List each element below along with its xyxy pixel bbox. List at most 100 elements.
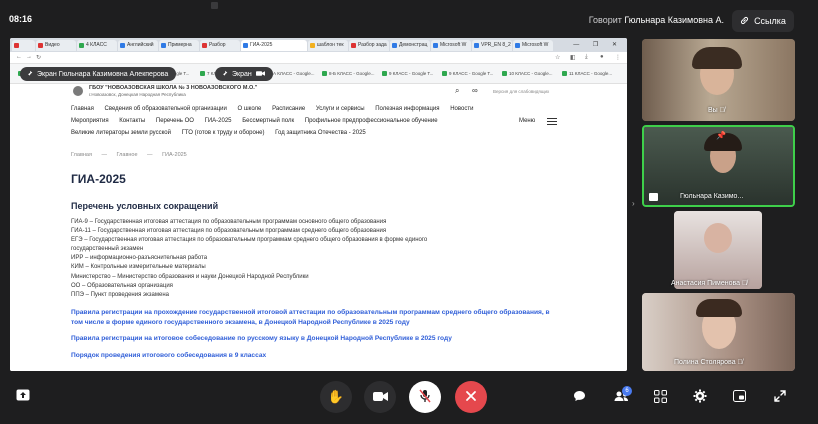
- top-bar: 08:16 Говорит Гюльнара Казимовна А. Ссыл…: [0, 0, 818, 38]
- end-call-button[interactable]: [455, 381, 487, 413]
- browser-tab[interactable]: Видео: [36, 40, 76, 51]
- document-links: Правила регистрации на прохождение госуд…: [71, 308, 561, 367]
- nav-link[interactable]: Услуги и сервисы: [316, 106, 365, 112]
- participant-tile[interactable]: [674, 211, 762, 289]
- nav-link[interactable]: Бессмертный полк: [242, 118, 294, 124]
- breadcrumb-item[interactable]: Главное: [117, 152, 138, 158]
- nav-link[interactable]: ГИА-2025: [205, 118, 232, 124]
- reload-icon[interactable]: ↻: [36, 54, 41, 61]
- abbreviation-item: Министерство – Министерство образования …: [71, 273, 309, 280]
- abbreviation-item: ГИА-9 – Государственная итоговая аттеста…: [71, 219, 387, 225]
- bookmark-item[interactable]: 10 КЛАСС - Google...: [502, 71, 553, 76]
- link-label: Ссылка: [754, 16, 786, 26]
- window-controls[interactable]: — ❐ ✕: [573, 41, 623, 48]
- bookmark-item[interactable]: 9 КЛАСС - Google T...: [442, 71, 493, 76]
- nav-link[interactable]: Профильное предпрофессиональное обучение: [305, 118, 438, 124]
- browser-tab[interactable]: Microsoft W: [431, 40, 471, 51]
- abbreviation-item: ИРР – информационно-разъяснительная рабо…: [71, 255, 208, 262]
- screen-share-pill[interactable]: Экран Гюльнара Казимовна Алекперова: [20, 67, 177, 81]
- screen-share-pill-2[interactable]: Экран: [215, 67, 273, 81]
- nav-link[interactable]: Мероприятия: [71, 118, 109, 124]
- nav-link[interactable]: Новости: [450, 106, 473, 112]
- download-icon[interactable]: ⤓: [585, 54, 588, 61]
- browser-tab[interactable]: 4 КЛАСС: [77, 40, 117, 51]
- document-link[interactable]: Правила регистрации на прохождение госуд…: [71, 308, 561, 328]
- close-icon: [465, 390, 477, 405]
- picture-in-picture-icon[interactable]: [733, 390, 746, 405]
- accessibility-version-link[interactable]: Версия для слабовидящих: [493, 89, 549, 94]
- nav-link[interactable]: Сведения об образовательной организации: [105, 106, 227, 112]
- forward-icon[interactable]: →: [26, 54, 32, 60]
- raise-hand-button[interactable]: ✋: [320, 381, 352, 413]
- nav-link[interactable]: О школе: [238, 106, 262, 112]
- participant-tile-speaker[interactable]: 📌 Гюльнара Казимо...: [642, 125, 795, 207]
- nav-link[interactable]: Великие литераторы земли русской: [71, 130, 171, 136]
- profile-icon[interactable]: ●: [600, 54, 604, 60]
- document-link[interactable]: Правила регистрации на итоговое собеседо…: [71, 334, 561, 344]
- bookmark-item[interactable]: 8-Б КЛАСС - Google...: [322, 71, 374, 76]
- participant-tile-self[interactable]: Вы 🎙̸: [642, 39, 795, 121]
- breadcrumb-item[interactable]: Главная: [71, 152, 92, 158]
- participant-tile[interactable]: Полина Столярова 🎙̸: [642, 293, 795, 371]
- settings-gear-icon[interactable]: [693, 389, 707, 406]
- abbreviation-item: ОО – Образовательная организация: [71, 282, 173, 289]
- search-icon[interactable]: ⌕: [455, 86, 459, 96]
- participant-hair: [692, 47, 742, 69]
- screen-share-icon: [649, 193, 658, 201]
- menu-label[interactable]: Меню: [519, 118, 535, 124]
- camera-toggle-button[interactable]: [364, 381, 396, 413]
- pin-icon[interactable]: 📌: [716, 131, 726, 140]
- fullscreen-icon[interactable]: [774, 390, 786, 405]
- browser-tab[interactable]: Примерна: [159, 40, 199, 51]
- site-nav-row-1: Главная Сведения об образовательной орга…: [71, 106, 482, 112]
- browser-tab[interactable]: Разбор: [200, 40, 240, 51]
- kebab-menu-icon[interactable]: ⋮: [615, 54, 621, 61]
- back-icon[interactable]: ←: [16, 54, 22, 60]
- document-link[interactable]: Порядок проведения итогового собеседован…: [71, 351, 561, 361]
- nav-link[interactable]: Контакты: [119, 118, 145, 124]
- grid-view-icon[interactable]: [654, 390, 667, 406]
- browser-tab-active[interactable]: ГИА-2025: [241, 40, 307, 51]
- breadcrumb-separator: —: [147, 152, 153, 158]
- browser-tab[interactable]: Microsoft W: [513, 40, 553, 51]
- participant-face: [704, 223, 732, 253]
- participant-name: Полина Столярова 🎙̸: [674, 359, 743, 366]
- section-title: Перечень условных сокращений: [71, 201, 219, 211]
- nav-link[interactable]: Главная: [71, 106, 94, 112]
- hamburger-menu-icon[interactable]: [547, 118, 557, 125]
- browser-tab[interactable]: [12, 40, 35, 51]
- browser-tab[interactable]: шаблон тек: [308, 40, 348, 51]
- browser-tab[interactable]: Демонстрац: [390, 40, 430, 51]
- browser-tab[interactable]: Английский: [118, 40, 158, 51]
- screen-share-label: Экран: [232, 70, 252, 78]
- nav-link[interactable]: Год защитника Отечества - 2025: [275, 130, 366, 136]
- browser-tab[interactable]: VPR_EN 8_2: [472, 40, 512, 51]
- microphone-toggle-button[interactable]: [409, 381, 441, 413]
- address-bar[interactable]: ← → ↻ ☆ ◧ ⤓ ● ⋮: [10, 52, 627, 64]
- bookmark-item[interactable]: 9 КЛАСС - Google T...: [382, 71, 433, 76]
- school-location: г.Новоазовск, Донецкая Народная Республи…: [89, 92, 186, 97]
- nav-link[interactable]: ГТО (готов к труду и обороне): [182, 130, 265, 136]
- bookmark-item[interactable]: 11 КЛАСС - Google...: [562, 71, 612, 76]
- shared-screen: Видео 4 КЛАСС Английский Примерна Разбор…: [10, 38, 627, 371]
- participant-name: Гюльнара Казимо...: [680, 193, 744, 200]
- chevron-right-icon[interactable]: ›: [632, 199, 635, 208]
- abbreviation-item: государственный экзамен: [71, 246, 144, 253]
- school-name[interactable]: ГБОУ "НОВОАЗОВСКАЯ ШКОЛА № 3 НОВОАЗОВСКО…: [89, 85, 257, 91]
- accessibility-glasses-icon[interactable]: ∞: [472, 86, 478, 95]
- screen-share-owner: Экран Гюльнара Казимовна Алекперова: [37, 70, 169, 78]
- nav-link[interactable]: Полезная информация: [375, 106, 439, 112]
- browser-tab[interactable]: Разбор зада: [349, 40, 389, 51]
- school-logo[interactable]: [73, 86, 83, 96]
- site-nav-row-2: Мероприятия Контакты Перечень ОО ГИА-202…: [71, 118, 447, 124]
- copy-link-button[interactable]: Ссылка: [732, 10, 794, 32]
- star-icon[interactable]: ☆: [555, 54, 560, 61]
- share-screen-icon[interactable]: [16, 389, 30, 404]
- nav-link[interactable]: Расписание: [272, 106, 305, 112]
- chat-icon[interactable]: [573, 390, 586, 405]
- breadcrumb-separator: —: [101, 152, 107, 158]
- extensions-icon[interactable]: ◧: [570, 54, 576, 61]
- participant-hair: [696, 299, 742, 317]
- nav-link[interactable]: Перечень ОО: [156, 118, 194, 124]
- page-title: ГИА-2025: [71, 172, 126, 186]
